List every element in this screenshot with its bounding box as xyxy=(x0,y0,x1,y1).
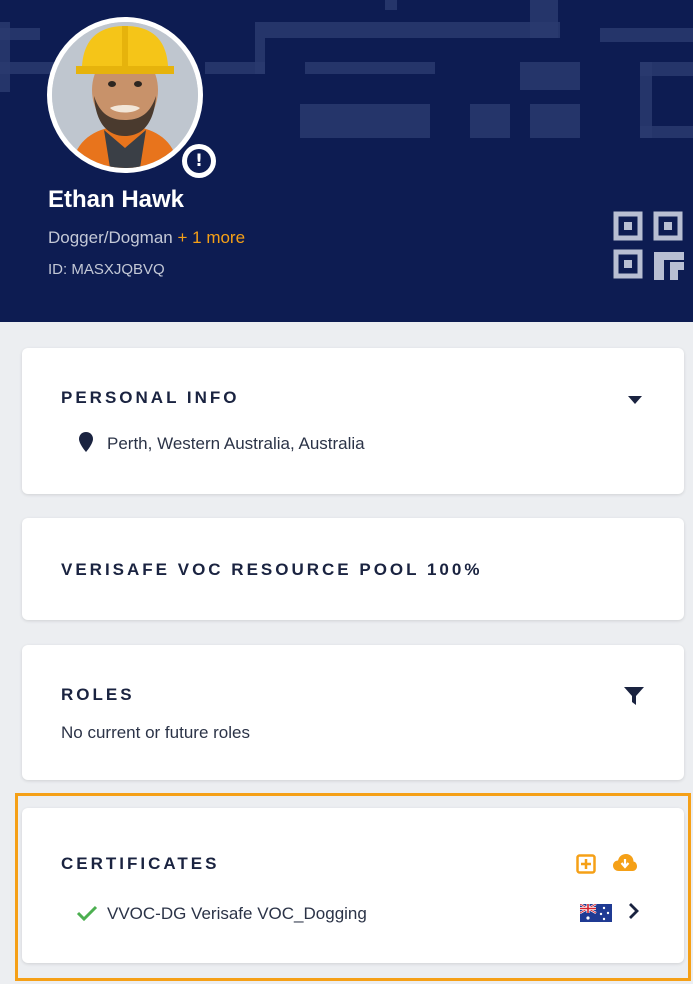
roles-title: ROLES xyxy=(61,685,135,704)
personal-info-title: PERSONAL INFO xyxy=(61,388,240,407)
resource-pool-title: VERISAFE VOC RESOURCE POOL 100% xyxy=(61,560,483,579)
profile-name: Ethan Hawk xyxy=(48,186,185,213)
personal-info-card: PERSONAL INFO Perth, Western Australia, … xyxy=(22,348,684,494)
location-pin-icon xyxy=(79,432,93,452)
chevron-down-icon[interactable] xyxy=(626,394,644,406)
qr-code-icon[interactable] xyxy=(612,210,686,282)
roles-card: ROLES No current or future roles xyxy=(22,645,684,780)
alert-badge[interactable]: ! xyxy=(182,144,216,178)
profile-header: ! Ethan Hawk Dogger/Dogman + 1 more ID: … xyxy=(0,0,693,322)
more-roles-link[interactable]: + 1 more xyxy=(177,228,245,247)
certificates-highlight-frame xyxy=(15,793,691,981)
roles-empty-text: No current or future roles xyxy=(61,723,250,742)
profile-avatar[interactable]: ! xyxy=(47,17,216,178)
resource-pool-card[interactable]: VERISAFE VOC RESOURCE POOL 100% xyxy=(22,518,684,620)
avatar-photo xyxy=(52,22,198,168)
location-text: Perth, Western Australia, Australia xyxy=(107,434,365,453)
profile-role-label: Dogger/Dogman xyxy=(48,228,173,247)
filter-icon[interactable] xyxy=(624,687,644,705)
profile-id: ID: MASXJQBVQ xyxy=(48,261,165,278)
alert-icon: ! xyxy=(187,149,211,173)
profile-role: Dogger/Dogman + 1 more xyxy=(48,228,245,248)
